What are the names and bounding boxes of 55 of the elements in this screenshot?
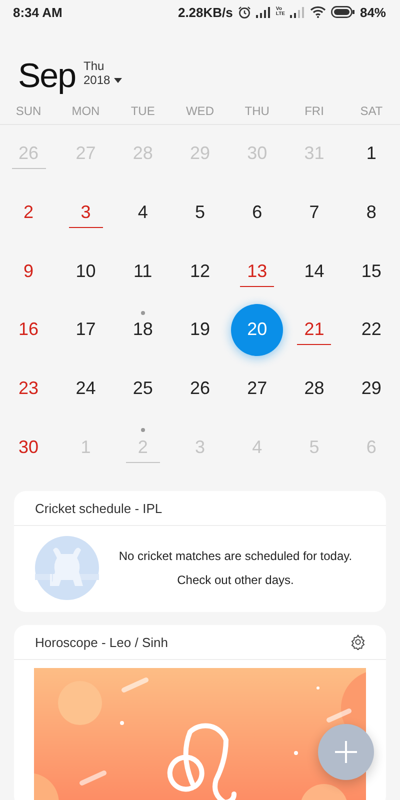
calendar-day[interactable]: 21: [297, 315, 332, 346]
weekday-header: MON: [70, 104, 101, 120]
calendar-day[interactable]: 14: [297, 256, 332, 287]
weekday-header: SAT: [359, 104, 384, 120]
calendar-day[interactable]: 24: [68, 374, 103, 404]
calendar-day[interactable]: 6: [240, 198, 274, 228]
calendar-day[interactable]: 17: [68, 315, 103, 346]
weekday-header: THU: [244, 104, 270, 120]
weekday-header: SUN: [14, 104, 42, 120]
mascot-avatar: [35, 536, 99, 600]
calendar-day[interactable]: 25: [126, 374, 160, 404]
calendar-day[interactable]: 30: [12, 432, 46, 463]
calendar-day[interactable]: 27: [240, 374, 274, 404]
calendar-day[interactable]: 4: [126, 198, 160, 228]
calendar-day[interactable]: 3: [68, 198, 103, 228]
weekday-header: TUE: [130, 104, 156, 120]
card-title: Horoscope - Leo / Sinh: [35, 634, 168, 650]
card-title: Cricket schedule - IPL: [35, 500, 162, 516]
calendar-day[interactable]: 12: [182, 256, 217, 287]
signal-icon: [290, 6, 305, 18]
calendar-day[interactable]: 10: [68, 256, 103, 287]
clock-time: 8:34 AM: [13, 4, 62, 20]
signal-icon: [256, 6, 271, 18]
empty-message: No cricket matches are scheduled for today.: [118, 549, 352, 564]
calendar-day[interactable]: 29: [354, 374, 388, 404]
calendar-day[interactable]: 23: [12, 374, 46, 404]
weekday-label: Thu: [84, 59, 106, 73]
calendar-day[interactable]: 8: [354, 198, 388, 228]
calendar-day[interactable]: 13: [240, 256, 274, 287]
calendar-day[interactable]: 15: [354, 256, 388, 287]
plus-icon: [335, 741, 357, 763]
calendar-day[interactable]: 22: [354, 315, 388, 346]
calendar-day[interactable]: 18: [126, 315, 160, 346]
month-title: Sep: [18, 56, 76, 96]
calendar-day[interactable]: 2: [12, 198, 46, 228]
year-dropdown[interactable]: 2018: [84, 73, 122, 87]
weekday-header: FRI: [304, 104, 325, 120]
calendar-day[interactable]: 7: [297, 198, 332, 228]
battery-icon: [330, 6, 355, 18]
calendar-day[interactable]: 1: [354, 139, 388, 170]
hint-text: Check out other days.: [177, 573, 294, 588]
calendar-day[interactable]: 16: [12, 315, 46, 346]
calendar-day[interactable]: 19: [182, 315, 217, 346]
alarm-icon: [238, 6, 251, 18]
settings-icon[interactable]: [350, 634, 366, 650]
calendar-day[interactable]: 26: [182, 374, 217, 404]
battery-level: 84%: [360, 4, 386, 20]
calendar-day[interactable]: 9: [12, 256, 46, 287]
network-speed: 2.28KB/s: [178, 4, 233, 20]
caret-icon: [114, 78, 122, 82]
weekday-header: WED: [184, 104, 215, 120]
calendar-day[interactable]: 5: [182, 198, 217, 228]
calendar-day[interactable]: 11: [126, 256, 160, 287]
calendar-day[interactable]: 28: [297, 374, 332, 404]
wifi-icon: [310, 6, 326, 18]
